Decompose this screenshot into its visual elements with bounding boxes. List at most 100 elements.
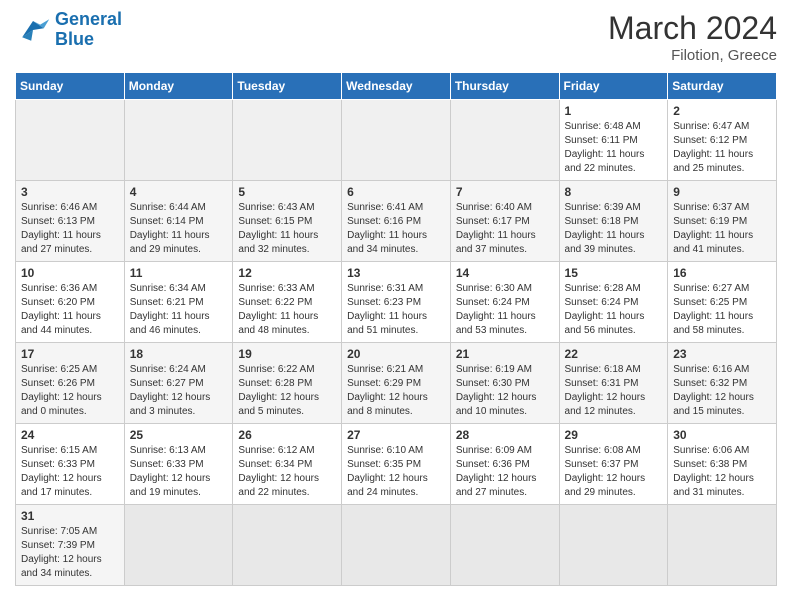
day-cell: 4Sunrise: 6:44 AM Sunset: 6:14 PM Daylig…: [124, 181, 233, 262]
day-header-saturday: Saturday: [668, 73, 777, 100]
day-cell: [16, 100, 125, 181]
day-header-tuesday: Tuesday: [233, 73, 342, 100]
day-info: Sunrise: 6:22 AM Sunset: 6:28 PM Dayligh…: [238, 363, 336, 419]
day-cell: [668, 505, 777, 586]
day-number: 5: [238, 185, 336, 199]
day-cell: [233, 505, 342, 586]
day-number: 14: [456, 266, 554, 280]
day-info: Sunrise: 6:10 AM Sunset: 6:35 PM Dayligh…: [347, 444, 445, 500]
day-cell: [124, 505, 233, 586]
day-number: 22: [565, 347, 663, 361]
day-number: 24: [21, 428, 119, 442]
day-info: Sunrise: 6:24 AM Sunset: 6:27 PM Dayligh…: [130, 363, 228, 419]
day-number: 18: [130, 347, 228, 361]
calendar-table: SundayMondayTuesdayWednesdayThursdayFrid…: [15, 72, 777, 586]
day-info: Sunrise: 6:31 AM Sunset: 6:23 PM Dayligh…: [347, 282, 445, 338]
day-info: Sunrise: 6:30 AM Sunset: 6:24 PM Dayligh…: [456, 282, 554, 338]
day-number: 25: [130, 428, 228, 442]
day-number: 16: [673, 266, 771, 280]
day-number: 20: [347, 347, 445, 361]
day-info: Sunrise: 6:46 AM Sunset: 6:13 PM Dayligh…: [21, 201, 119, 257]
day-header-friday: Friday: [559, 73, 668, 100]
day-info: Sunrise: 6:16 AM Sunset: 6:32 PM Dayligh…: [673, 363, 771, 419]
day-info: Sunrise: 6:13 AM Sunset: 6:33 PM Dayligh…: [130, 444, 228, 500]
day-header-sunday: Sunday: [16, 73, 125, 100]
day-number: 21: [456, 347, 554, 361]
day-info: Sunrise: 6:37 AM Sunset: 6:19 PM Dayligh…: [673, 201, 771, 257]
day-number: 3: [21, 185, 119, 199]
subtitle: Filotion, Greece: [608, 47, 777, 64]
week-row-4: 24 Sunrise: 6:15 AM Sunset: 6:33 PM Dayli…: [16, 424, 777, 505]
day-number: 8: [565, 185, 663, 199]
day-number: 2: [673, 104, 771, 118]
month-title: March 2024: [608, 10, 777, 47]
day-cell: 13 Sunrise: 6:31 AM Sunset: 6:23 PM Dayli…: [342, 262, 451, 343]
day-info: Sunrise: 6:27 AM Sunset: 6:25 PM Dayligh…: [673, 282, 771, 338]
logo: General Blue: [15, 10, 122, 50]
day-cell: 22 Sunrise: 6:18 AM Sunset: 6:31 PM Dayli…: [559, 343, 668, 424]
day-info: Sunrise: 6:19 AM Sunset: 6:30 PM Dayligh…: [456, 363, 554, 419]
day-info: Sunrise: 6:36 AM Sunset: 6:20 PM Dayligh…: [21, 282, 119, 338]
day-cell: 10 Sunrise: 6:36 AM Sunset: 6:20 PM Dayli…: [16, 262, 125, 343]
day-info: Sunrise: 6:06 AM Sunset: 6:38 PM Dayligh…: [673, 444, 771, 500]
day-info: Sunrise: 6:39 AM Sunset: 6:18 PM Dayligh…: [565, 201, 663, 257]
day-number: 4: [130, 185, 228, 199]
day-number: 31: [21, 509, 119, 523]
week-row-0: 1 Sunrise: 6:48 AM Sunset: 6:11 PM Daylig…: [16, 100, 777, 181]
day-number: 19: [238, 347, 336, 361]
day-info: Sunrise: 6:25 AM Sunset: 6:26 PM Dayligh…: [21, 363, 119, 419]
day-cell: 8 Sunrise: 6:39 AM Sunset: 6:18 PM Daylig…: [559, 181, 668, 262]
day-cell: 29 Sunrise: 6:08 AM Sunset: 6:37 PM Dayli…: [559, 424, 668, 505]
day-number: 13: [347, 266, 445, 280]
day-number: 12: [238, 266, 336, 280]
day-info: Sunrise: 6:48 AM Sunset: 6:11 PM Dayligh…: [565, 120, 663, 176]
day-cell: 6 Sunrise: 6:41 AM Sunset: 6:16 PM Daylig…: [342, 181, 451, 262]
day-cell: [342, 505, 451, 586]
day-cell: [233, 100, 342, 181]
day-cell: [342, 100, 451, 181]
day-info: Sunrise: 6:15 AM Sunset: 6:33 PM Dayligh…: [21, 444, 119, 500]
day-info: Sunrise: 6:18 AM Sunset: 6:31 PM Dayligh…: [565, 363, 663, 419]
day-cell: 12Sunrise: 6:33 AM Sunset: 6:22 PM Dayli…: [233, 262, 342, 343]
day-info: Sunrise: 6:28 AM Sunset: 6:24 PM Dayligh…: [565, 282, 663, 338]
day-number: 10: [21, 266, 119, 280]
day-cell: 2 Sunrise: 6:47 AM Sunset: 6:12 PM Daylig…: [668, 100, 777, 181]
day-info: Sunrise: 6:40 AM Sunset: 6:17 PM Dayligh…: [456, 201, 554, 257]
day-info: Sunrise: 6:09 AM Sunset: 6:36 PM Dayligh…: [456, 444, 554, 500]
day-number: 6: [347, 185, 445, 199]
day-info: Sunrise: 6:21 AM Sunset: 6:29 PM Dayligh…: [347, 363, 445, 419]
day-cell: 24 Sunrise: 6:15 AM Sunset: 6:33 PM Dayli…: [16, 424, 125, 505]
day-info: Sunrise: 6:34 AM Sunset: 6:21 PM Dayligh…: [130, 282, 228, 338]
day-cell: 9 Sunrise: 6:37 AM Sunset: 6:19 PM Daylig…: [668, 181, 777, 262]
day-cell: 26Sunrise: 6:12 AM Sunset: 6:34 PM Dayli…: [233, 424, 342, 505]
day-info: Sunrise: 7:05 AM Sunset: 7:39 PM Dayligh…: [21, 525, 119, 581]
day-cell: 31 Sunrise: 7:05 AM Sunset: 7:39 PM Dayli…: [16, 505, 125, 586]
day-cell: [124, 100, 233, 181]
day-info: Sunrise: 6:08 AM Sunset: 6:37 PM Dayligh…: [565, 444, 663, 500]
day-number: 11: [130, 266, 228, 280]
header: General Blue March 2024 Filotion, Greece: [15, 10, 777, 64]
day-cell: 18 Sunrise: 6:24 AM Sunset: 6:27 PM Dayli…: [124, 343, 233, 424]
day-number: 27: [347, 428, 445, 442]
day-number: 15: [565, 266, 663, 280]
day-cell: 28Sunrise: 6:09 AM Sunset: 6:36 PM Dayli…: [450, 424, 559, 505]
day-cell: 15 Sunrise: 6:28 AM Sunset: 6:24 PM Dayli…: [559, 262, 668, 343]
day-number: 9: [673, 185, 771, 199]
day-number: 7: [456, 185, 554, 199]
day-number: 1: [565, 104, 663, 118]
day-number: 29: [565, 428, 663, 442]
day-header-monday: Monday: [124, 73, 233, 100]
day-cell: 27 Sunrise: 6:10 AM Sunset: 6:35 PM Dayli…: [342, 424, 451, 505]
day-cell: 19 Sunrise: 6:22 AM Sunset: 6:28 PM Dayli…: [233, 343, 342, 424]
day-cell: [450, 505, 559, 586]
day-number: 23: [673, 347, 771, 361]
day-info: Sunrise: 6:47 AM Sunset: 6:12 PM Dayligh…: [673, 120, 771, 176]
day-cell: 3 Sunrise: 6:46 AM Sunset: 6:13 PM Daylig…: [16, 181, 125, 262]
week-row-3: 17Sunrise: 6:25 AM Sunset: 6:26 PM Dayli…: [16, 343, 777, 424]
day-cell: 11 Sunrise: 6:34 AM Sunset: 6:21 PM Dayli…: [124, 262, 233, 343]
day-info: Sunrise: 6:41 AM Sunset: 6:16 PM Dayligh…: [347, 201, 445, 257]
day-cell: 14 Sunrise: 6:30 AM Sunset: 6:24 PM Dayli…: [450, 262, 559, 343]
day-header-thursday: Thursday: [450, 73, 559, 100]
day-cell: 23 Sunrise: 6:16 AM Sunset: 6:32 PM Dayli…: [668, 343, 777, 424]
day-cell: [450, 100, 559, 181]
